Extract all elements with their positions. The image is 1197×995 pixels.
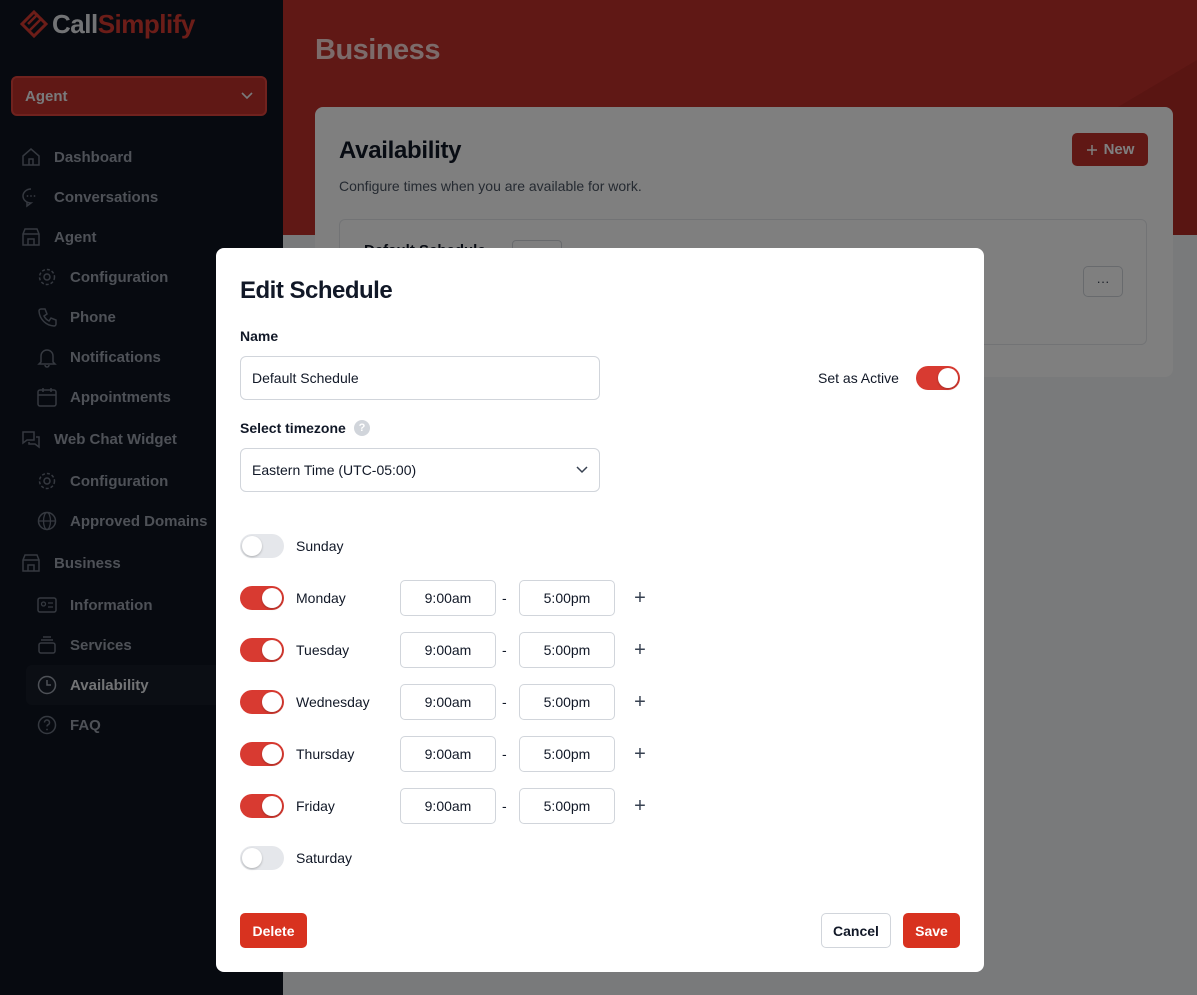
end-time-input[interactable]: 5:00pm: [519, 684, 615, 720]
timezone-select-value: Eastern Time (UTC-05:00): [252, 462, 417, 478]
range-separator: -: [502, 590, 507, 606]
edit-schedule-dialog: Edit Schedule Name Set as Active Select …: [216, 248, 984, 972]
start-time-input[interactable]: 9:00am: [400, 736, 496, 772]
day-toggle-tuesday[interactable]: [240, 638, 284, 662]
help-icon[interactable]: ?: [354, 420, 370, 436]
start-time-input[interactable]: 9:00am: [400, 580, 496, 616]
delete-button[interactable]: Delete: [240, 913, 307, 948]
start-time-input[interactable]: 9:00am: [400, 788, 496, 824]
toggle-knob: [262, 744, 282, 764]
name-label: Name: [240, 328, 279, 344]
dialog-title: Edit Schedule: [240, 277, 393, 304]
cancel-button[interactable]: Cancel: [821, 913, 891, 948]
day-row-sunday: Sunday: [240, 528, 960, 564]
toggle-knob: [242, 536, 262, 556]
day-name: Friday: [296, 798, 335, 814]
toggle-knob: [262, 796, 282, 816]
day-row-friday: Friday 9:00am - 5:00pm +: [240, 788, 960, 824]
range-separator: -: [502, 694, 507, 710]
end-time-input[interactable]: 5:00pm: [519, 632, 615, 668]
toggle-knob: [262, 640, 282, 660]
range-separator: -: [502, 642, 507, 658]
day-toggle-wednesday[interactable]: [240, 690, 284, 714]
set-active-label: Set as Active: [818, 370, 899, 386]
day-row-monday: Monday 9:00am - 5:00pm +: [240, 580, 960, 616]
end-time-input[interactable]: 5:00pm: [519, 736, 615, 772]
set-active-toggle[interactable]: [916, 366, 960, 390]
add-time-range-icon[interactable]: +: [630, 740, 650, 768]
day-toggle-monday[interactable]: [240, 586, 284, 610]
day-name: Wednesday: [296, 694, 370, 710]
add-time-range-icon[interactable]: +: [630, 584, 650, 612]
timezone-select[interactable]: Eastern Time (UTC-05:00): [240, 448, 600, 492]
day-toggle-thursday[interactable]: [240, 742, 284, 766]
timezone-label: Select timezone: [240, 420, 346, 436]
toggle-knob: [938, 368, 958, 388]
range-separator: -: [502, 746, 507, 762]
start-time-input[interactable]: 9:00am: [400, 684, 496, 720]
day-toggle-saturday[interactable]: [240, 846, 284, 870]
toggle-knob: [262, 692, 282, 712]
day-row-saturday: Saturday: [240, 840, 960, 876]
day-row-thursday: Thursday 9:00am - 5:00pm +: [240, 736, 960, 772]
day-name: Tuesday: [296, 642, 350, 658]
toggle-knob: [262, 588, 282, 608]
end-time-input[interactable]: 5:00pm: [519, 580, 615, 616]
save-button[interactable]: Save: [903, 913, 960, 948]
add-time-range-icon[interactable]: +: [630, 688, 650, 716]
day-row-tuesday: Tuesday 9:00am - 5:00pm +: [240, 632, 960, 668]
start-time-input[interactable]: 9:00am: [400, 632, 496, 668]
range-separator: -: [502, 798, 507, 814]
day-name: Saturday: [296, 850, 353, 866]
chevron-down-icon: [576, 466, 588, 474]
day-toggle-sunday[interactable]: [240, 534, 284, 558]
add-time-range-icon[interactable]: +: [630, 636, 650, 664]
day-row-wednesday: Wednesday 9:00am - 5:00pm +: [240, 684, 960, 720]
day-name: Thursday: [296, 746, 355, 762]
day-name: Monday: [296, 590, 346, 606]
schedule-name-input[interactable]: [240, 356, 600, 400]
end-time-input[interactable]: 5:00pm: [519, 788, 615, 824]
toggle-knob: [242, 848, 262, 868]
day-name: Sunday: [296, 538, 344, 554]
add-time-range-icon[interactable]: +: [630, 792, 650, 820]
day-toggle-friday[interactable]: [240, 794, 284, 818]
